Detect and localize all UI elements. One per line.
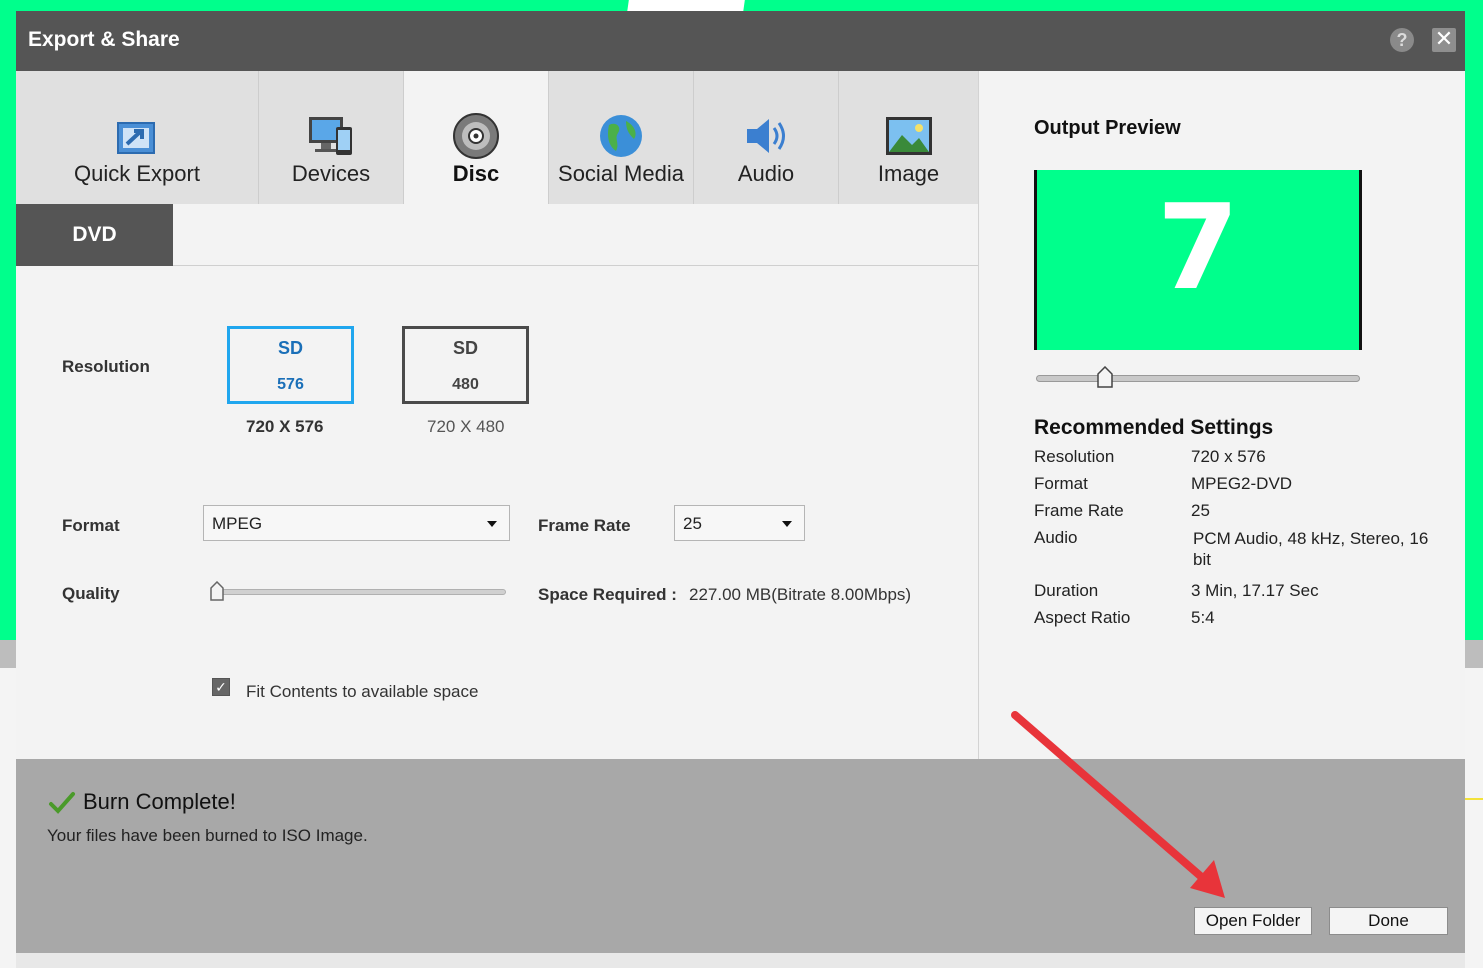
annotation-arrow bbox=[1011, 711, 1225, 898]
